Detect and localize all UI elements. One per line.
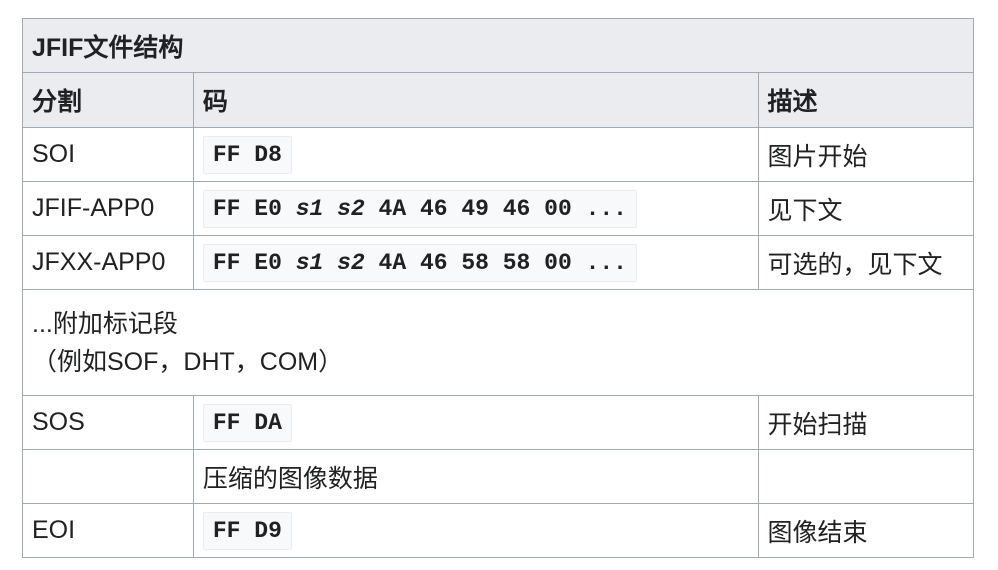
- code-cell: FF D8: [192, 127, 759, 182]
- hex-prefix: FF E0: [212, 249, 296, 276]
- hex-suffix: 4A 46 49 46 00 ...: [364, 195, 627, 222]
- segment-cell: [22, 449, 194, 504]
- hex-space: [323, 250, 337, 276]
- hex-var-s1: s1: [295, 195, 324, 222]
- table-caption: JFIF文件结构: [22, 18, 974, 73]
- hex-space: [323, 196, 337, 222]
- table-row-sos: SOS FF DA 开始扫描: [22, 395, 975, 450]
- code-cell: FF DA: [192, 395, 759, 450]
- hex-code: FF DA: [202, 403, 292, 442]
- table-header-row: 分割 码 描述: [22, 72, 975, 128]
- additional-markers-cell: ...附加标记段 （例如SOF，DHT，COM）: [22, 289, 974, 396]
- description-cell: [757, 449, 975, 504]
- table-row-compressed-data: 压缩的图像数据: [22, 449, 975, 504]
- table-row-additional-markers: ...附加标记段 （例如SOF，DHT，COM）: [22, 289, 974, 396]
- note-line-1: ...附加标记段: [32, 309, 178, 338]
- table-row-soi: SOI FF D8 图片开始: [22, 127, 975, 182]
- hex-suffix: 4A 46 58 58 00 ...: [364, 249, 627, 276]
- hex-code: FF E0 s1 s2 4A 46 58 58 00 ...: [202, 243, 637, 282]
- description-cell: 见下文: [757, 181, 975, 236]
- header-segment: 分割: [22, 72, 194, 128]
- code-cell: FF D9: [192, 503, 759, 558]
- hex-prefix: FF E0: [212, 195, 296, 222]
- hex-code: FF D9: [202, 511, 292, 550]
- code-cell: FF E0 s1 s2 4A 46 58 58 00 ...: [192, 235, 759, 290]
- table-row-jfif-app0: JFIF-APP0 FF E0 s1 s2 4A 46 49 46 00 ...…: [22, 181, 975, 236]
- code-cell: FF E0 s1 s2 4A 46 49 46 00 ...: [192, 181, 759, 236]
- segment-cell: JFIF-APP0: [22, 181, 194, 236]
- hex-var-s2: s2: [337, 249, 365, 276]
- description-cell: 可选的，见下文: [757, 235, 975, 290]
- table-caption-row: JFIF文件结构: [22, 18, 974, 73]
- segment-cell: JFXX-APP0: [22, 235, 194, 290]
- segment-cell: SOS: [22, 395, 194, 450]
- description-cell: 开始扫描: [757, 395, 975, 450]
- hex-code: FF D8: [202, 135, 292, 174]
- segment-cell: EOI: [22, 503, 194, 558]
- code-cell: 压缩的图像数据: [192, 449, 759, 504]
- jfif-structure-table: JFIF文件结构 分割 码 描述 SOI FF D8 图片开始 JFIF-APP…: [22, 18, 975, 558]
- hex-var-s2: s2: [337, 195, 365, 222]
- hex-var-s1: s1: [295, 249, 324, 276]
- note-line-2: （例如SOF，DHT，COM）: [32, 347, 344, 376]
- header-code: 码: [192, 72, 759, 128]
- segment-cell: SOI: [22, 127, 194, 182]
- description-cell: 图片开始: [757, 127, 975, 182]
- header-description: 描述: [757, 72, 975, 128]
- hex-code: FF E0 s1 s2 4A 46 49 46 00 ...: [202, 189, 637, 228]
- table-row-eoi: EOI FF D9 图像结束: [22, 503, 975, 558]
- description-cell: 图像结束: [757, 503, 975, 558]
- table-row-jfxx-app0: JFXX-APP0 FF E0 s1 s2 4A 46 58 58 00 ...…: [22, 235, 975, 290]
